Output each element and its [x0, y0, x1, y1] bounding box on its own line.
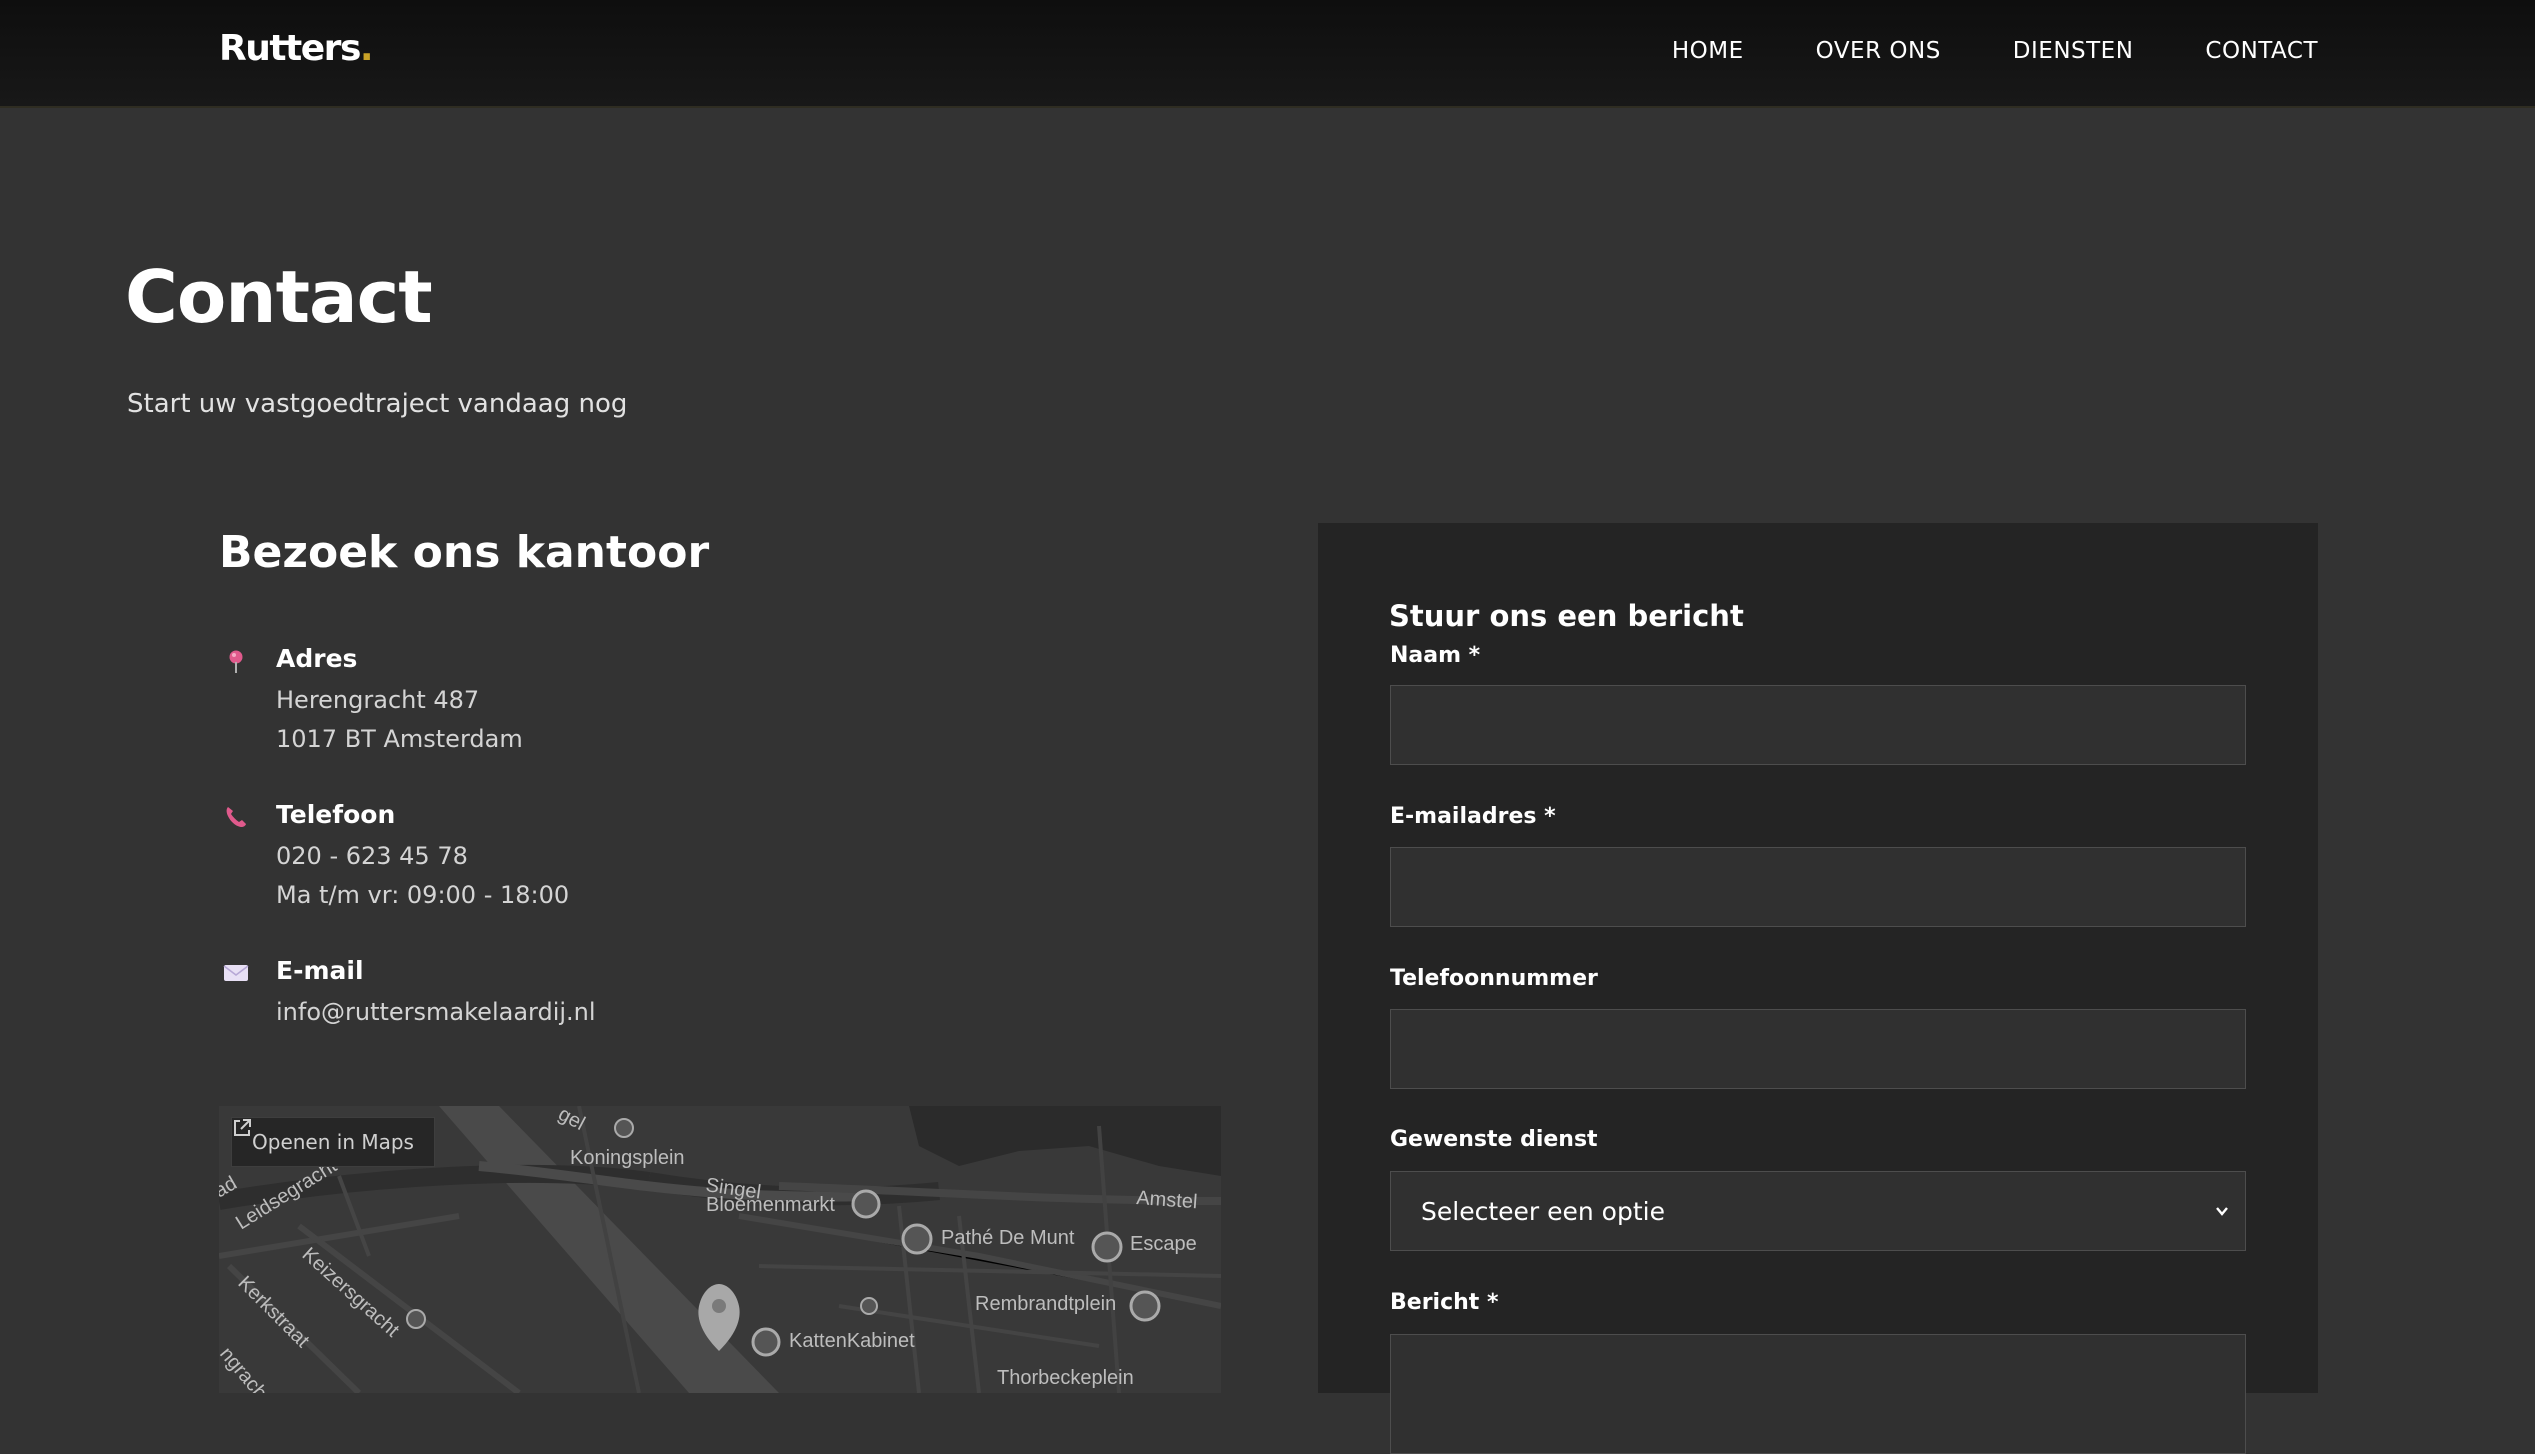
location-map[interactable]: Koningsplein Singel Bloemenmarkt Amstel …	[219, 1106, 1221, 1393]
open-in-maps-label: Openen in Maps	[252, 1130, 414, 1154]
message-label: Bericht *	[1390, 1290, 1499, 1315]
form-title: Stuur ons een bericht	[1389, 599, 1744, 633]
email-address[interactable]: info@ruttersmakelaardij.nl	[276, 998, 596, 1026]
nav-item-contact[interactable]: CONTACT	[2205, 38, 2318, 64]
map-label-amstel: Amstel	[1136, 1187, 1199, 1213]
brand-name: Rutters	[219, 28, 361, 69]
contact-form-card: Stuur ons een bericht Naam * E-mailadres…	[1318, 523, 2318, 1454]
service-label: Gewenste dienst	[1390, 1127, 1598, 1152]
map-label-escape: Escape	[1130, 1233, 1197, 1255]
phone-number[interactable]: 020 - 623 45 78	[276, 842, 468, 870]
map-label-thorbeckeplein: Thorbeckeplein	[997, 1367, 1134, 1389]
open-in-maps-button[interactable]: Openen in Maps	[231, 1117, 435, 1167]
top-navigation-bar: Rutters. HOME OVER ONS DIENSTEN CONTACT	[0, 0, 2535, 108]
shop-poi-icon	[851, 1189, 881, 1219]
museum-poi-icon	[751, 1327, 781, 1357]
escape-poi-icon	[1091, 1231, 1123, 1263]
name-input[interactable]	[1390, 685, 2246, 765]
service-select[interactable]: Selecteer een optie	[1390, 1171, 2246, 1251]
brand-logo[interactable]: Rutters.	[219, 28, 374, 69]
main-nav: HOME OVER ONS DIENSTEN CONTACT	[1672, 38, 2318, 64]
map-label-pathe: Pathé De Munt	[941, 1227, 1075, 1249]
map-label-bloemenmarkt: Bloemenmarkt	[706, 1194, 835, 1216]
poi-icon	[614, 1118, 634, 1138]
phone-input[interactable]	[1390, 1009, 2246, 1089]
map-label-rembrandtplein: Rembrandtplein	[975, 1293, 1116, 1315]
visit-office-heading: Bezoek ons kantoor	[219, 527, 710, 578]
parking-poi-icon	[406, 1309, 426, 1329]
address-line-1: Herengracht 487	[276, 686, 480, 714]
transit-poi-icon	[860, 1297, 878, 1315]
service-selected-value: Selecteer een optie	[1421, 1196, 1665, 1226]
monument-poi-icon	[1129, 1290, 1161, 1322]
address-line-2: 1017 BT Amsterdam	[276, 725, 523, 753]
nav-item-over-ons[interactable]: OVER ONS	[1816, 38, 1941, 64]
map-label-koningsplein: Koningsplein	[570, 1147, 685, 1169]
chevron-down-icon	[2216, 1207, 2228, 1216]
external-link-icon	[234, 1119, 251, 1136]
nav-item-home[interactable]: HOME	[1672, 38, 1744, 64]
page-subtitle: Start uw vastgoedtraject vandaag nog	[127, 389, 628, 419]
name-label: Naam *	[1390, 643, 1481, 668]
nav-item-diensten[interactable]: DIENSTEN	[2013, 38, 2134, 64]
pin-icon	[229, 650, 243, 673]
envelope-icon	[223, 965, 249, 981]
email-field-label: E-mailadres *	[1390, 804, 1556, 829]
phone-field-label: Telefoonnummer	[1390, 966, 1598, 991]
message-textarea[interactable]	[1390, 1334, 2246, 1454]
brand-dot: .	[359, 28, 374, 69]
opening-hours: Ma t/m vr: 09:00 - 18:00	[276, 881, 570, 909]
email-label: E-mail	[276, 956, 364, 985]
map-label-kattenkabinet: KattenKabinet	[789, 1330, 915, 1352]
phone-label: Telefoon	[276, 800, 396, 829]
address-label: Adres	[276, 644, 358, 673]
email-input[interactable]	[1390, 847, 2246, 927]
page-title: Contact	[125, 255, 433, 339]
cinema-poi-icon	[901, 1223, 933, 1255]
phone-icon	[226, 807, 246, 827]
